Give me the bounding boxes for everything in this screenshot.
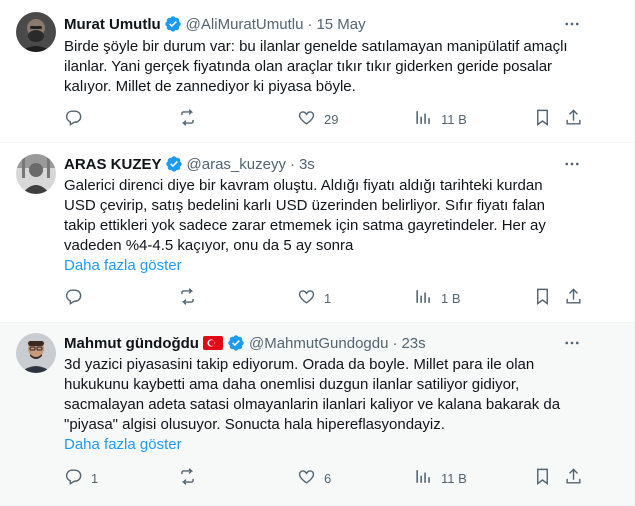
reply-icon	[64, 287, 83, 309]
views-button[interactable]: 1 B	[414, 288, 461, 308]
tweet-text-line: ilanlar. Yani gerçek fiyatında olan araç…	[64, 58, 553, 75]
reply-button[interactable]: 1	[64, 468, 98, 488]
avatar-image	[16, 12, 56, 52]
action-bar: 1 1 B	[64, 288, 586, 308]
retweet-button[interactable]	[178, 468, 205, 488]
tweet-text-line: USD çevirip, satış bedelini karlı USD üz…	[64, 197, 546, 214]
share-button[interactable]	[564, 109, 583, 129]
display-name[interactable]: Mahmut gündoğdu	[64, 335, 199, 352]
tweet-aras-kuzey[interactable]: ARAS KUZEY @aras_kuzeyy · 3s Galerici di…	[0, 143, 634, 323]
like-count: 1	[324, 290, 332, 306]
verified-badge-icon	[165, 155, 183, 173]
more-icon[interactable]	[562, 14, 582, 34]
reply-button[interactable]	[64, 109, 91, 129]
bookmark-icon	[533, 467, 552, 489]
views-count: 1 B	[441, 290, 461, 306]
tweet-text-line: "piyasa" algisi olusuyor. Sonucta hala h…	[64, 416, 445, 433]
tweet-header: ARAS KUZEY @aras_kuzeyy · 3s	[64, 154, 315, 174]
retweet-button[interactable]	[178, 109, 205, 129]
views-button[interactable]: 11 B	[414, 109, 467, 129]
like-icon	[297, 467, 316, 489]
bookmark-button[interactable]	[533, 109, 552, 129]
avatar-image	[16, 154, 56, 194]
like-button[interactable]: 29	[297, 109, 338, 129]
views-icon	[414, 287, 433, 309]
bookmark-button[interactable]	[533, 468, 552, 488]
tweet-murat-umutlu[interactable]: Murat Umutlu @AliMuratUmutlu · 15 May Bi…	[0, 0, 634, 143]
more-icon[interactable]	[562, 154, 582, 174]
like-count: 6	[324, 470, 332, 486]
views-icon	[414, 467, 433, 489]
views-count: 11 B	[441, 470, 467, 486]
tweet-text-line: sacmalayan adeta satasi olmayanlarin ila…	[64, 396, 561, 413]
tweet-text-line: hukukunu kaybetti ama daha onemlisi duzg…	[64, 376, 520, 393]
like-button[interactable]: 6	[297, 468, 331, 488]
avatar-image	[16, 333, 56, 373]
bookmark-icon	[533, 287, 552, 309]
tweet-header: Mahmut gündoğdu @MahmutGundogdu · 23s	[64, 333, 426, 353]
like-icon	[297, 108, 316, 130]
action-bar: 29 11 B	[64, 109, 586, 129]
bookmark-icon	[533, 108, 552, 130]
tweet-time[interactable]: 15 May	[316, 16, 365, 33]
tweet-time[interactable]: 3s	[299, 156, 315, 173]
user-handle[interactable]: @aras_kuzeyy	[187, 156, 286, 173]
show-more-link[interactable]: Daha fazla göster	[64, 256, 182, 276]
tweet-text-line: kalıyor. Millet de zannediyor ki piyasa …	[64, 78, 356, 95]
retweet-button[interactable]	[178, 288, 205, 308]
share-button[interactable]	[564, 468, 583, 488]
tweet-mahmut-gundogdu[interactable]: Mahmut gündoğdu @MahmutGundogdu · 23s 3d…	[0, 323, 634, 506]
tweet-text-line: vadeden %4-4.5 kaçıyor, onu da 5 ay sonr…	[64, 237, 354, 254]
bookmark-button[interactable]	[533, 288, 552, 308]
share-icon	[564, 108, 583, 130]
display-name[interactable]: ARAS KUZEY	[64, 156, 162, 173]
tweet-header: Murat Umutlu @AliMuratUmutlu · 15 May	[64, 14, 366, 34]
tweet-text: Birde şöyle bir durum var: bu ilanlar ge…	[64, 37, 584, 97]
share-icon	[564, 467, 583, 489]
user-handle[interactable]: @MahmutGundogdu	[249, 335, 388, 352]
retweet-icon	[178, 287, 197, 309]
verified-badge-icon	[227, 334, 245, 352]
retweet-icon	[178, 108, 197, 130]
share-button[interactable]	[564, 288, 583, 308]
tweet-text-line: Birde şöyle bir durum var: bu ilanlar ge…	[64, 38, 568, 55]
like-icon	[297, 287, 316, 309]
reply-icon	[64, 467, 83, 489]
like-count: 29	[324, 111, 339, 127]
avatar[interactable]	[16, 12, 56, 52]
tweet-text-line: Galerici direnci diye bir kavram oluştu.…	[64, 177, 543, 194]
avatar[interactable]	[16, 333, 56, 373]
like-button[interactable]: 1	[297, 288, 331, 308]
tweet-text: Galerici direnci diye bir kavram oluştu.…	[64, 176, 584, 256]
user-handle[interactable]: @AliMuratUmutlu	[186, 16, 304, 33]
views-count: 11 B	[441, 111, 467, 127]
separator-dot: ·	[392, 334, 398, 352]
tweet-time[interactable]: 23s	[401, 335, 425, 352]
separator-dot: ·	[289, 155, 295, 173]
turkey-flag-icon	[202, 336, 223, 350]
tweet-text-line: 3d yazici piyasasini takip ediyorum. Ora…	[64, 356, 535, 373]
retweet-icon	[178, 467, 197, 489]
show-more-link[interactable]: Daha fazla göster	[64, 435, 182, 455]
reply-count: 1	[91, 470, 99, 486]
reply-icon	[64, 108, 83, 130]
views-button[interactable]: 11 B	[414, 468, 467, 488]
tweet-text: 3d yazici piyasasini takip ediyorum. Ora…	[64, 355, 584, 435]
avatar[interactable]	[16, 154, 56, 194]
views-icon	[414, 108, 433, 130]
more-icon[interactable]	[562, 333, 582, 353]
verified-badge-icon	[164, 15, 182, 33]
separator-dot: ·	[307, 15, 313, 33]
share-icon	[564, 287, 583, 309]
action-bar: 1 6 11 B	[64, 468, 586, 488]
reply-button[interactable]	[64, 288, 91, 308]
display-name[interactable]: Murat Umutlu	[64, 16, 161, 33]
tweet-text-line: takip ettikleri yok sadece zarar etmemek…	[64, 217, 546, 234]
